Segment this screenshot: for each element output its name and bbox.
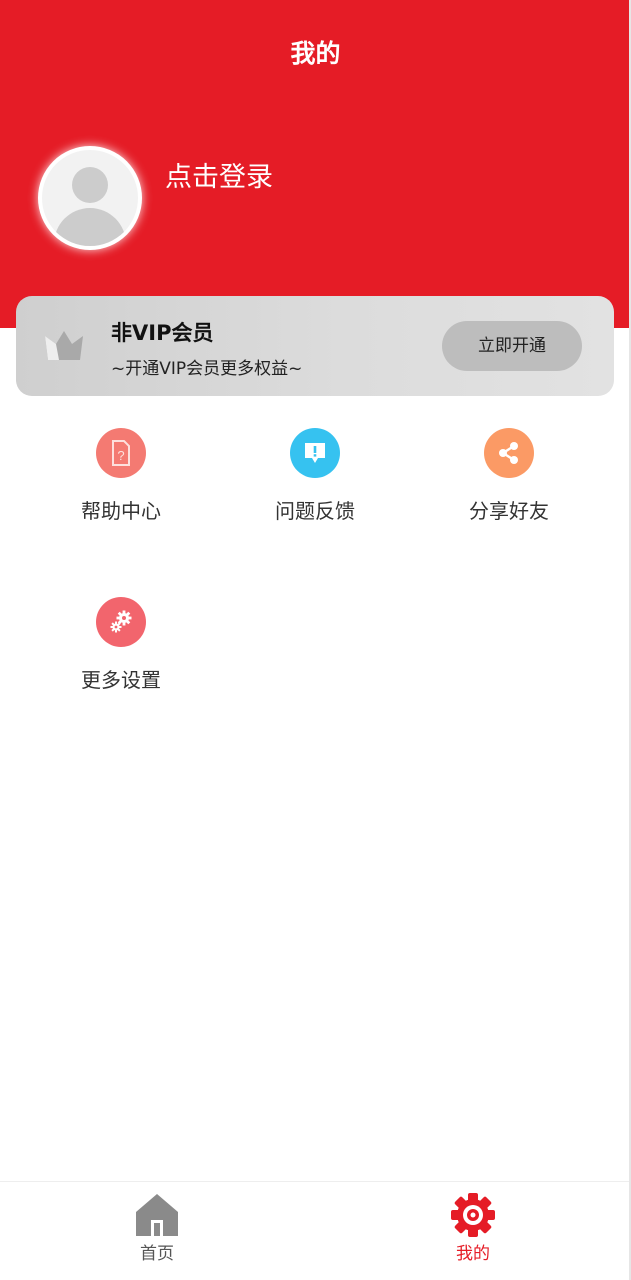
activate-vip-button[interactable]: 立即开通 bbox=[442, 321, 582, 371]
menu-item-label: 更多设置 bbox=[81, 668, 161, 692]
login-link[interactable]: 点击登录 bbox=[165, 158, 273, 198]
tab-label: 我的 bbox=[456, 1244, 490, 1264]
tab-label: 首页 bbox=[140, 1244, 174, 1264]
gear-target-icon bbox=[451, 1193, 495, 1237]
menu-item-share[interactable]: 分享好友 bbox=[439, 428, 579, 526]
vip-subtitle: ~开通VIP会员更多权益~ bbox=[111, 359, 303, 379]
menu-item-label: 分享好友 bbox=[469, 499, 549, 523]
menu-item-label: 问题反馈 bbox=[275, 499, 355, 523]
home-icon bbox=[136, 1194, 178, 1236]
vip-crown-icon bbox=[45, 331, 83, 360]
menu-item-more-settings[interactable]: 更多设置 bbox=[51, 597, 191, 695]
menu-item-feedback[interactable]: 问题反馈 bbox=[245, 428, 385, 526]
tab-mine[interactable]: 我的 bbox=[413, 1192, 533, 1266]
menu-item-label: 帮助中心 bbox=[81, 499, 161, 523]
menu-item-help-center[interactable]: ? 帮助中心 bbox=[51, 428, 191, 526]
page-title: 我的 bbox=[290, 39, 341, 68]
svg-text:?: ? bbox=[117, 448, 124, 463]
avatar[interactable] bbox=[38, 146, 142, 250]
bottom-tab-bar: 首页 我的 bbox=[0, 1181, 631, 1280]
tab-home[interactable]: 首页 bbox=[97, 1192, 217, 1266]
vip-status-title: 非VIP会员 bbox=[111, 321, 214, 345]
share-icon bbox=[484, 428, 534, 478]
settings-gears-icon bbox=[96, 597, 146, 647]
help-document-icon: ? bbox=[96, 428, 146, 478]
feedback-icon bbox=[290, 428, 340, 478]
default-user-icon bbox=[42, 150, 138, 246]
